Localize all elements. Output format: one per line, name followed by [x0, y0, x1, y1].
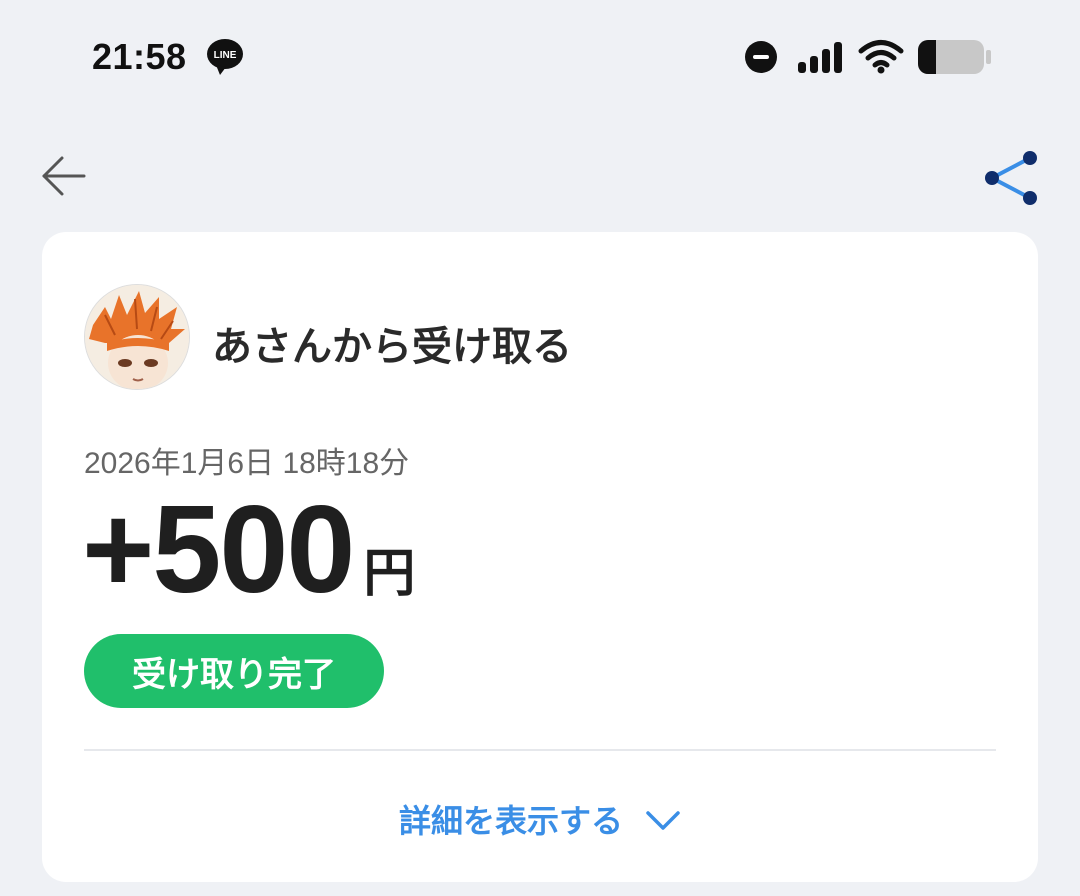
counterpart-title: あさんから受け取る [212, 324, 572, 370]
amount-value: +500 [82, 481, 355, 619]
nav-bar [0, 140, 1080, 210]
arrow-left-icon [42, 156, 86, 196]
show-details-label: 詳細を表示する [398, 802, 623, 840]
avatar-image [85, 285, 189, 389]
back-button[interactable] [38, 152, 90, 200]
share-button[interactable] [980, 144, 1044, 208]
transaction-datetime: 2026年1月6日 18時18分 [84, 447, 410, 480]
transaction-card: あさんから受け取る 2026年1月6日 18時18分 +500 円 受け取り完了 … [42, 232, 1038, 882]
battery-icon [918, 40, 991, 74]
line-app-icon: LINE [207, 39, 243, 75]
do-not-disturb-icon [745, 41, 777, 73]
signal-icon [798, 42, 842, 73]
wifi-icon [858, 40, 904, 74]
line-icon-text: LINE [214, 50, 237, 61]
amount-row: +500 円 [82, 481, 416, 619]
share-icon [985, 151, 1037, 205]
currency-label: 円 [363, 544, 416, 604]
status-badge: 受け取り完了 [84, 634, 384, 708]
status-bar: 21:58 LINE [0, 0, 1080, 112]
avatar[interactable] [84, 284, 190, 390]
chevron-down-icon [646, 811, 680, 830]
status-time: 21:58 [92, 36, 187, 77]
show-details-button[interactable]: 詳細を表示する [42, 794, 1038, 844]
divider [84, 749, 996, 751]
